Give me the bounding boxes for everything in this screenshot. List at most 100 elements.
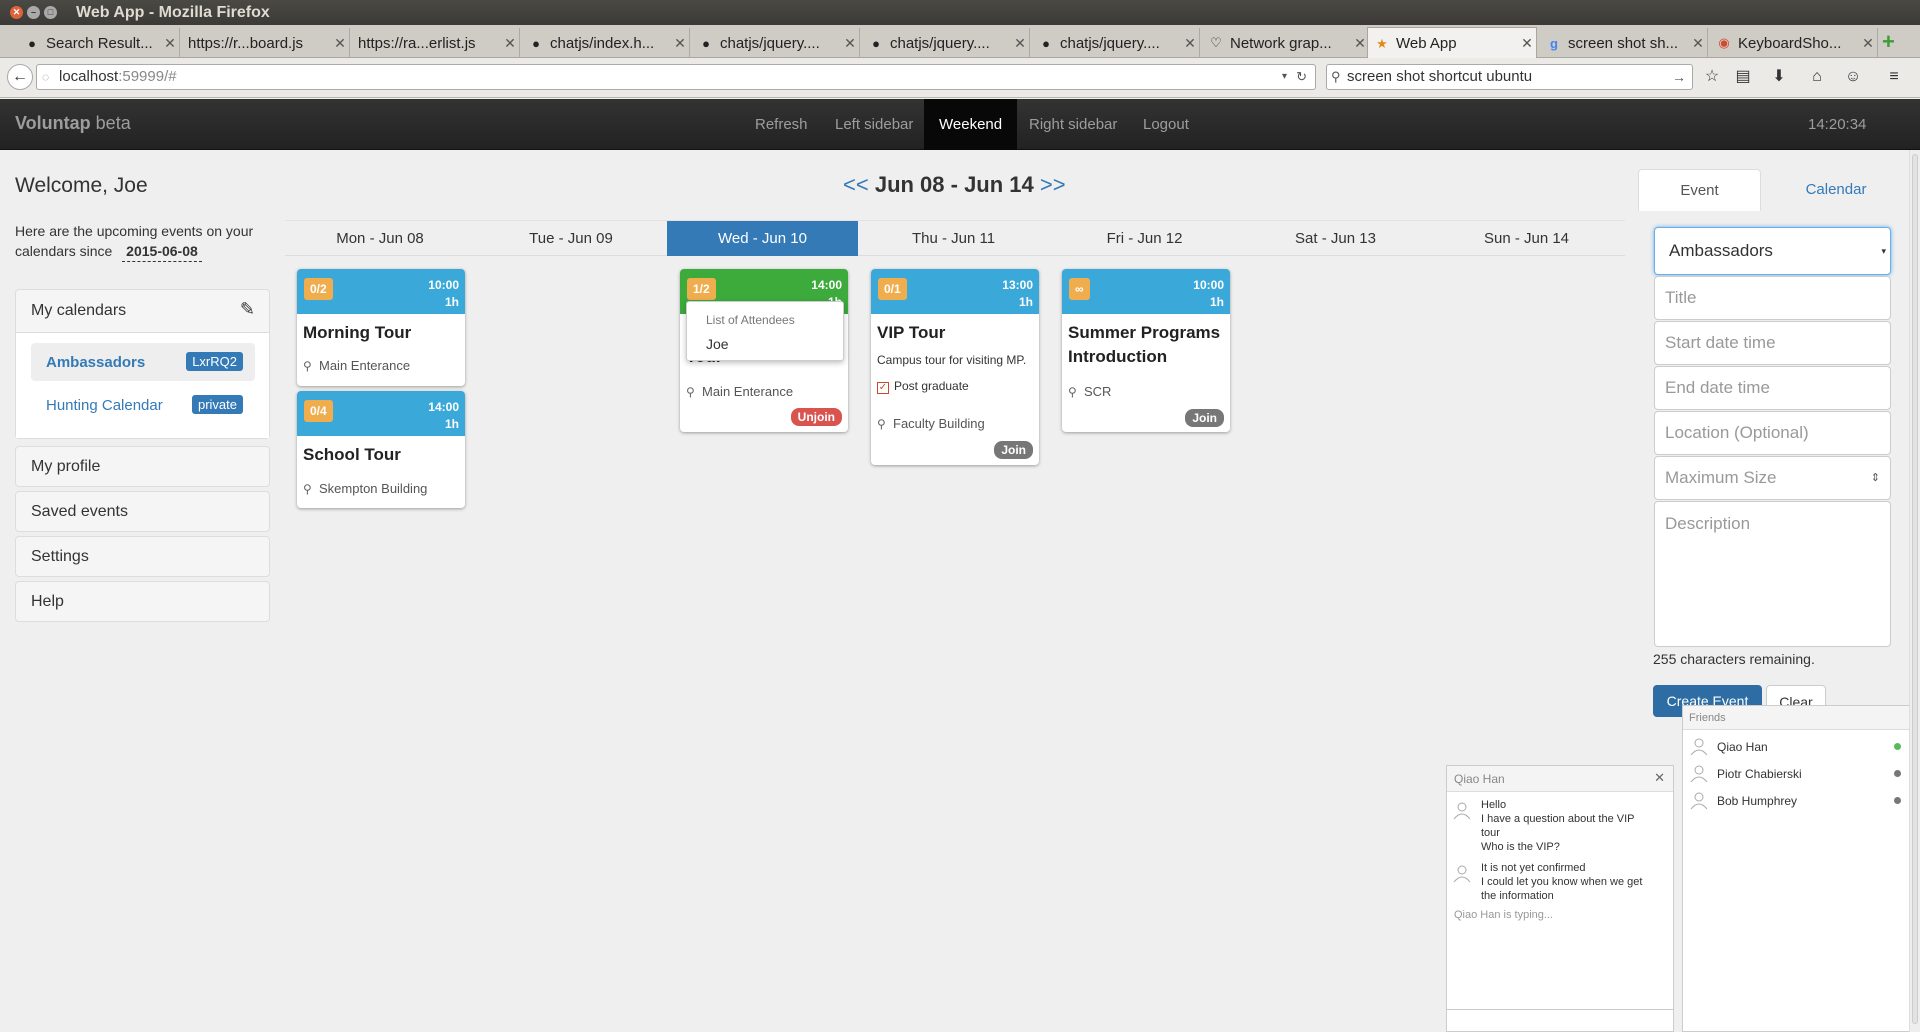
minimize-window-icon[interactable]: – [27, 6, 40, 19]
close-tab-icon[interactable]: ✕ [1518, 35, 1536, 52]
join-button[interactable]: Join [1185, 409, 1224, 427]
nav-logout[interactable]: Logout [1128, 99, 1204, 150]
calendar-select[interactable]: Ambassadors ▾ [1654, 227, 1891, 275]
dropdown-icon[interactable]: ▾ [1282, 65, 1287, 89]
event-card-morning-tour[interactable]: 0/2 10:00 1h Morning Tour ⚲ Main Enterance [297, 269, 465, 386]
join-button[interactable]: Join [994, 441, 1033, 459]
download-icon[interactable]: ⬇ [1768, 66, 1790, 88]
friend-item[interactable]: Bob Humphrey [1683, 788, 1909, 814]
nav-left-sidebar[interactable]: Left sidebar [820, 99, 928, 150]
calendar-item-ambassadors[interactable]: Ambassadors LxrRQ2 [31, 343, 255, 381]
new-tab-icon[interactable]: + [1882, 29, 1895, 55]
close-tab-icon[interactable]: ✕ [1859, 35, 1877, 52]
spinner-icon[interactable]: ⇕ [1871, 457, 1880, 499]
browser-tab[interactable]: ◉ KeyboardSho... ✕ [1710, 28, 1878, 58]
browser-tab[interactable]: ● chatjs/jquery.... ✕ [862, 28, 1030, 58]
attendees-popover: List of Attendees Joe [686, 301, 844, 361]
event-header: 0/4 14:00 1h [297, 391, 465, 436]
chat-bubble-icon[interactable]: ☺ [1842, 66, 1864, 88]
event-title: School Tour [303, 445, 401, 464]
event-card-summer-programs[interactable]: ∞ 10:00 1h Summer Programs Introduction ⚲ S… [1062, 269, 1230, 432]
avatar-icon [1690, 738, 1708, 756]
github-icon: ● [532, 35, 540, 51]
browser-tab-active[interactable]: ★ Web App ✕ [1367, 27, 1537, 59]
friend-item[interactable]: Piotr Chabierski [1683, 761, 1909, 787]
close-tab-icon[interactable]: ✕ [1689, 35, 1707, 52]
since-date-picker[interactable]: 2015-06-08 [122, 241, 202, 262]
bookmarks-list-icon[interactable]: ▤ [1732, 66, 1754, 88]
prev-week-button[interactable]: << [843, 172, 869, 197]
friend-item[interactable]: Qiao Han [1683, 734, 1909, 760]
scrollbar-thumb[interactable] [1912, 154, 1918, 1024]
event-tag: ✓ Post graduate [877, 379, 969, 394]
browser-tab[interactable]: ● Search Result... ✕ [18, 28, 180, 58]
menu-help[interactable]: Help [15, 581, 270, 622]
close-tab-icon[interactable]: ✕ [501, 35, 519, 52]
brand-logo[interactable]: Voluntap beta [15, 113, 131, 134]
chat-input[interactable] [1447, 1009, 1673, 1031]
next-week-button[interactable]: >> [1040, 172, 1066, 197]
back-icon[interactable]: ← [7, 64, 33, 90]
maximize-window-icon[interactable]: □ [44, 6, 57, 19]
menu-settings[interactable]: Settings [15, 536, 270, 577]
unjoin-button[interactable]: Unjoin [790, 408, 842, 426]
close-tab-icon[interactable]: ✕ [841, 35, 859, 52]
event-title: Summer Programs Introduction [1068, 323, 1221, 366]
event-location: ⚲ Main Enterance [686, 384, 794, 399]
end-datetime-input[interactable]: End date time [1654, 366, 1891, 410]
github-icon: ● [702, 35, 710, 51]
close-chat-icon[interactable]: ✕ [1654, 770, 1665, 786]
page-scrollbar[interactable] [1909, 150, 1920, 1032]
browser-tab[interactable]: https://ra...erlist.js ✕ [352, 28, 520, 58]
url-host: localhost [59, 68, 119, 85]
welcome-heading: Welcome, Joe [15, 174, 148, 197]
map-marker-icon: ⚲ [1068, 385, 1077, 399]
close-tab-icon[interactable]: ✕ [671, 35, 689, 52]
globe-icon: ◌ [42, 70, 50, 84]
close-window-icon[interactable]: ✕ [10, 6, 23, 19]
title-input[interactable]: Title [1654, 276, 1891, 320]
calendar-item-hunting[interactable]: Hunting Calendar private [31, 386, 255, 424]
event-card-vip-tour[interactable]: 0/1 13:00 1h VIP Tour Campus tour for vis… [871, 269, 1039, 465]
network-icon: ♡ [1210, 35, 1222, 50]
friends-title: Friends [1683, 706, 1909, 730]
reload-icon[interactable]: ↻ [1296, 65, 1307, 89]
close-tab-icon[interactable]: ✕ [1011, 35, 1029, 52]
location-input[interactable]: Location (Optional) [1654, 411, 1891, 455]
nav-refresh[interactable]: Refresh [740, 99, 823, 150]
browser-tab[interactable]: ● chatjs/index.h... ✕ [522, 28, 690, 58]
url-bar[interactable]: ◌ localhost:59999/# ▾ ↻ [36, 64, 1316, 90]
browser-tab[interactable]: g screen shot sh... ✕ [1540, 28, 1708, 58]
nav-right-sidebar[interactable]: Right sidebar [1014, 99, 1132, 150]
my-calendars-panel: My calendars ✎ Ambassadors LxrRQ2 Huntin… [15, 289, 270, 439]
close-tab-icon[interactable]: ✕ [161, 35, 179, 52]
tab-event[interactable]: Event [1638, 169, 1761, 211]
day-header-today: Wed - Jun 10 [667, 221, 858, 256]
close-tab-icon[interactable]: ✕ [331, 35, 349, 52]
pencil-edit-icon[interactable]: ✎ [240, 299, 255, 320]
browser-tab[interactable]: https://r...board.js ✕ [182, 28, 350, 58]
github-icon: ● [1042, 35, 1050, 51]
tab-calendar[interactable]: Calendar [1762, 169, 1910, 211]
calendar-badge: private [191, 395, 243, 414]
home-icon[interactable]: ⌂ [1806, 66, 1828, 88]
menu-my-profile[interactable]: My profile [15, 446, 270, 487]
search-input[interactable]: ⚲ screen shot shortcut ubuntu → [1326, 64, 1693, 90]
go-arrow-icon[interactable]: → [1672, 65, 1686, 89]
max-size-input[interactable]: Maximum Size ⇕ [1654, 456, 1891, 500]
popover-title: List of Attendees [706, 313, 795, 327]
event-description: Campus tour for visiting MP. [877, 353, 1027, 367]
event-card-school-tour[interactable]: 0/4 14:00 1h School Tour ⚲ Skempton Buildi… [297, 391, 465, 508]
menu-icon[interactable]: ≡ [1883, 66, 1905, 88]
browser-tab[interactable]: ● chatjs/jquery.... ✕ [1032, 28, 1200, 58]
star-bookmark-icon[interactable]: ☆ [1701, 66, 1723, 88]
browser-tab[interactable]: ● chatjs/jquery.... ✕ [692, 28, 860, 58]
start-datetime-input[interactable]: Start date time [1654, 321, 1891, 365]
day-header: Sun - Jun 14 [1483, 230, 1570, 247]
day-header: Sat - Jun 13 [1295, 230, 1376, 247]
browser-tab[interactable]: ♡ Network grap... ✕ [1202, 28, 1370, 58]
close-tab-icon[interactable]: ✕ [1181, 35, 1199, 52]
nav-weekend[interactable]: Weekend [924, 99, 1018, 150]
description-textarea[interactable]: Description [1654, 501, 1891, 647]
menu-saved-events[interactable]: Saved events [15, 491, 270, 532]
